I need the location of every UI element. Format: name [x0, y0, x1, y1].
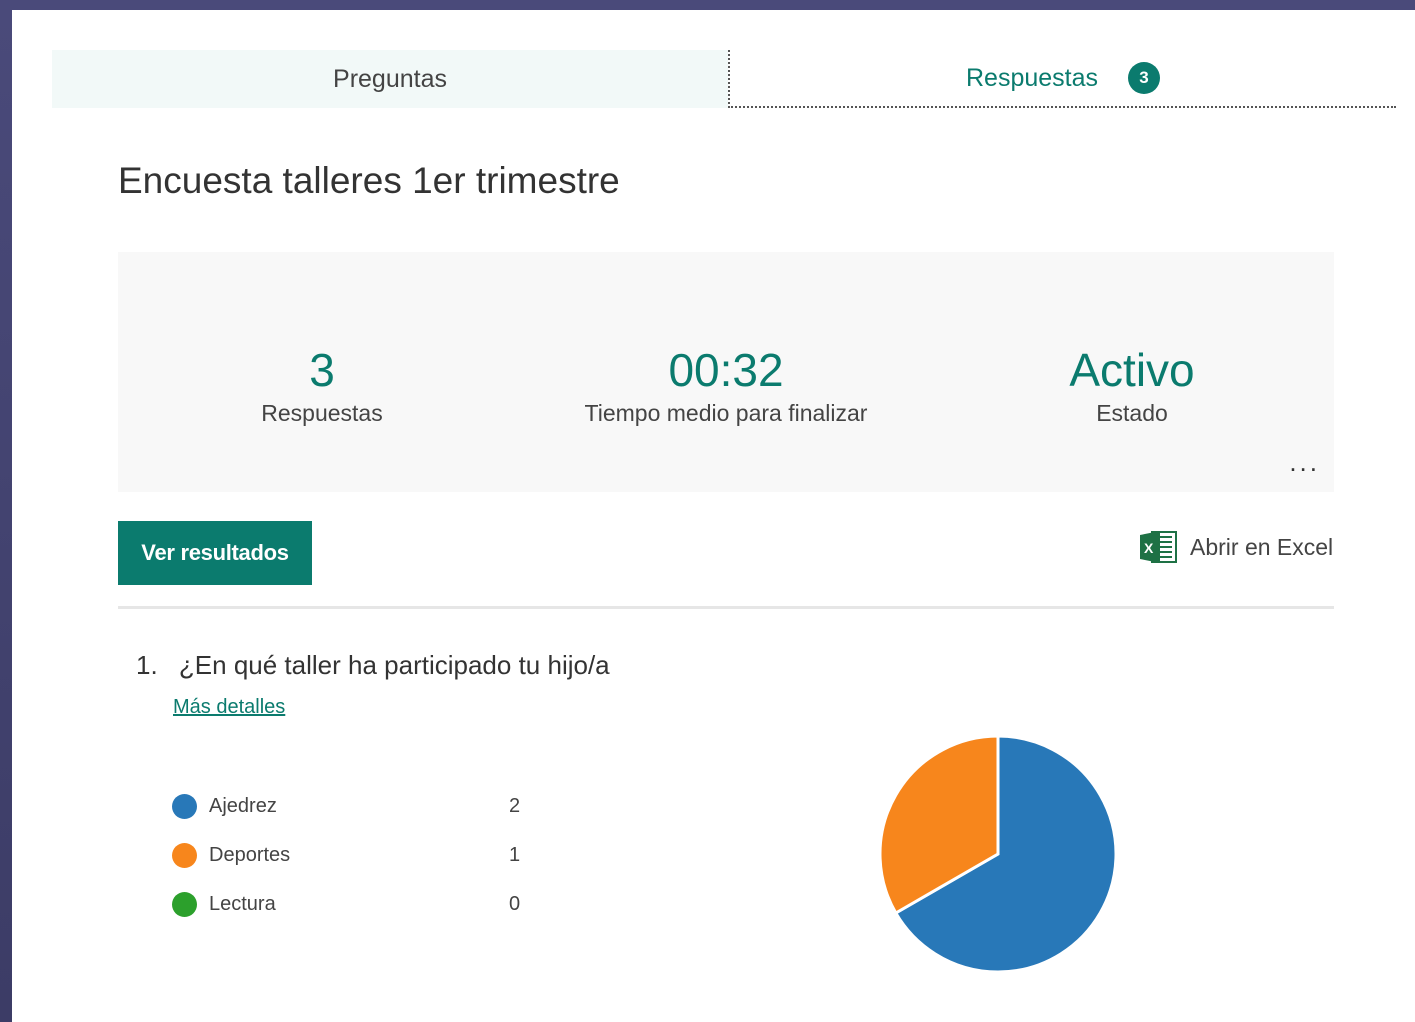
question-1-title: 1. ¿En qué taller ha participado tu hijo… [136, 650, 610, 681]
legend-count: 1 [509, 844, 521, 866]
svg-text:X: X [1144, 540, 1154, 556]
legend-label: Ajedrez [209, 795, 277, 817]
more-options-icon[interactable]: ... [1289, 447, 1320, 478]
tab-questions-label: Preguntas [333, 64, 447, 93]
question-number: 1. [136, 650, 158, 680]
responses-label: Respuestas [261, 400, 383, 426]
more-details-link[interactable]: Más detalles [173, 696, 285, 719]
view-results-button[interactable]: Ver resultados [118, 521, 312, 585]
chart-legend: Ajedrez 2 Deportes 1 Lectura 0 [172, 782, 520, 929]
page-title: Encuesta talleres 1er trimestre [118, 160, 620, 201]
divider [118, 606, 1334, 609]
legend-label: Lectura [209, 893, 276, 915]
legend-count: 2 [509, 795, 521, 817]
tab-responses[interactable]: Respuestas 3 [728, 50, 1396, 108]
pie-chart [878, 734, 1118, 974]
stat-responses: 3 Respuestas [112, 344, 532, 427]
status-label: Estado [1096, 400, 1168, 426]
legend-item: Lectura 0 [172, 880, 520, 929]
open-in-excel-link[interactable]: X Abrir en Excel [1138, 527, 1333, 567]
stat-status: Activo Estado [922, 344, 1342, 427]
legend-count: 0 [509, 893, 521, 915]
legend-color-dot [172, 794, 197, 819]
open-in-excel-label: Abrir en Excel [1190, 533, 1334, 560]
status-value: Activo [1069, 344, 1195, 396]
legend-color-dot [172, 892, 197, 917]
legend-item: Deportes 1 [172, 831, 520, 880]
tab-responses-label: Respuestas [965, 63, 1099, 92]
stat-avg-time: 00:32 Tiempo medio para finalizar [516, 344, 936, 427]
avg-time-value: 00:32 [668, 344, 784, 396]
window-frame: Preguntas Respuestas 3 Encuesta talleres… [0, 0, 1415, 1022]
responses-count-badge: 3 [1128, 62, 1161, 94]
responses-value: 3 [309, 344, 335, 396]
summary-card: 3 Respuestas 00:32 Tiempo medio para fin… [118, 252, 1334, 492]
legend-label: Deportes [209, 844, 291, 866]
legend-item: Ajedrez 2 [172, 782, 520, 831]
legend-color-dot [172, 843, 197, 868]
tab-questions[interactable]: Preguntas [52, 50, 728, 108]
avg-time-label: Tiempo medio para finalizar [584, 400, 868, 426]
question-text: ¿En qué taller ha participado tu hijo/a [178, 650, 610, 680]
excel-icon: X [1140, 531, 1177, 563]
forms-panel: Preguntas Respuestas 3 Encuesta talleres… [12, 10, 1415, 1022]
